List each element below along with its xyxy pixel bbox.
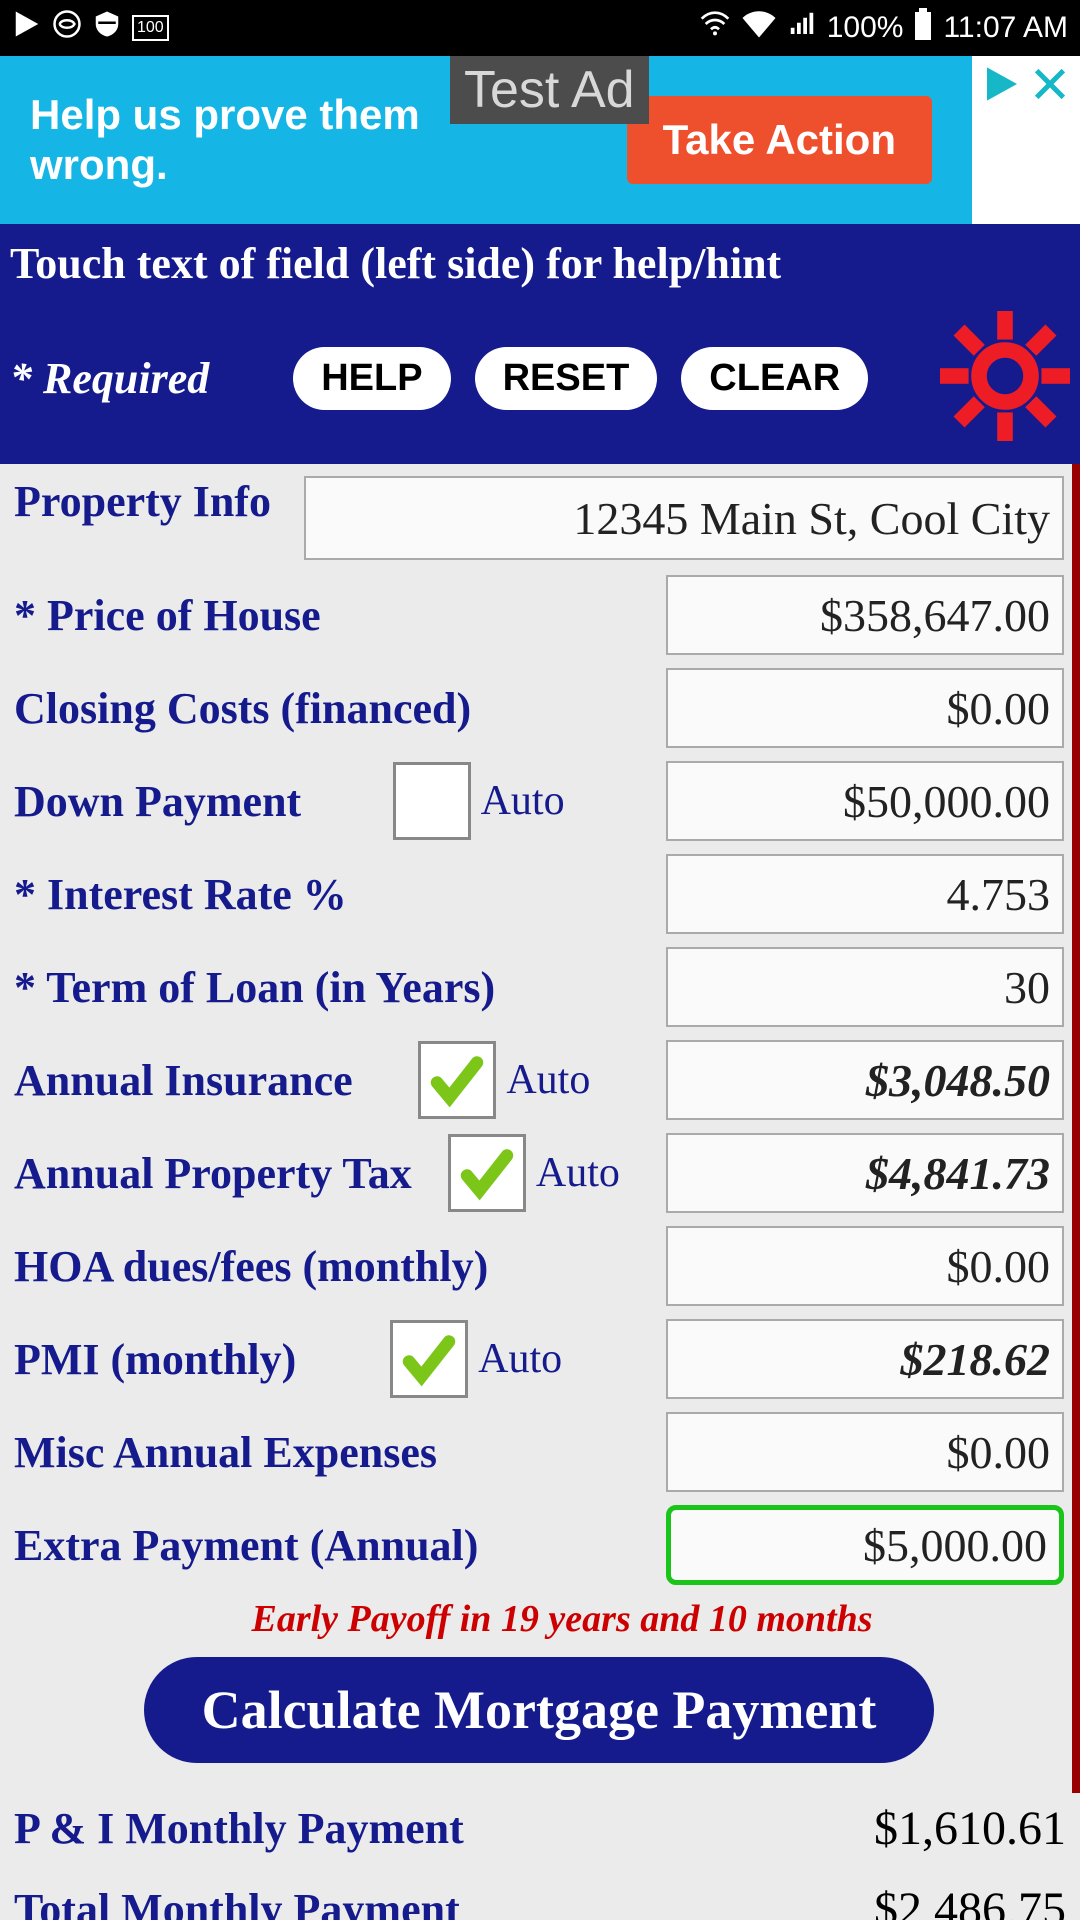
input-down-payment[interactable] bbox=[666, 761, 1064, 841]
checkbox-tax-auto[interactable] bbox=[448, 1134, 526, 1212]
play-icon bbox=[12, 9, 42, 47]
row-term: * Term of Loan (in Years) bbox=[14, 941, 1064, 1033]
swirl-icon bbox=[52, 9, 82, 47]
form-area: Property Info * Price of House Closing C… bbox=[0, 464, 1080, 1793]
row-property-info: Property Info bbox=[14, 476, 1064, 568]
clock-time: 11:07 AM bbox=[943, 11, 1068, 45]
label-property-info[interactable]: Property Info bbox=[14, 476, 271, 568]
row-interest-rate: * Interest Rate % bbox=[14, 848, 1064, 940]
value-total-payment: $2,486.75 bbox=[874, 1882, 1066, 1920]
label-misc[interactable]: Misc Annual Expenses bbox=[14, 1427, 437, 1478]
auto-label-pmi: Auto bbox=[478, 1335, 562, 1383]
checkbox-pmi-auto[interactable] bbox=[390, 1320, 468, 1398]
input-interest-rate[interactable] bbox=[666, 854, 1064, 934]
reset-button[interactable]: RESET bbox=[475, 347, 658, 410]
ad-close-icon[interactable] bbox=[1030, 64, 1070, 109]
auto-label-insurance: Auto bbox=[506, 1056, 590, 1104]
row-hoa: HOA dues/fees (monthly) bbox=[14, 1220, 1064, 1312]
clear-button[interactable]: CLEAR bbox=[681, 347, 868, 410]
label-price[interactable]: * Price of House bbox=[14, 590, 321, 641]
row-property-tax: Annual Property Tax Auto bbox=[14, 1127, 1064, 1219]
auto-label-down: Auto bbox=[481, 777, 565, 825]
input-property-info[interactable] bbox=[304, 476, 1064, 560]
results-area: P & I Monthly Payment $1,610.61 Total Mo… bbox=[0, 1793, 1080, 1920]
help-button[interactable]: HELP bbox=[293, 347, 450, 410]
label-interest-rate[interactable]: * Interest Rate % bbox=[14, 869, 347, 920]
shield-icon bbox=[92, 9, 122, 47]
wifi-icon-2 bbox=[741, 6, 777, 50]
result-row-pi: P & I Monthly Payment $1,610.61 bbox=[14, 1801, 1066, 1856]
input-extra-payment[interactable] bbox=[666, 1505, 1064, 1585]
row-down-payment: Down Payment Auto bbox=[14, 755, 1064, 847]
ad-side-controls bbox=[972, 56, 1080, 224]
row-pmi: PMI (monthly) Auto bbox=[14, 1313, 1064, 1405]
checkbox-insurance-auto[interactable] bbox=[418, 1041, 496, 1119]
row-closing: Closing Costs (financed) bbox=[14, 662, 1064, 754]
header-controls: * Required HELP RESET CLEAR bbox=[10, 311, 1070, 446]
input-closing[interactable] bbox=[666, 668, 1064, 748]
input-term[interactable] bbox=[666, 947, 1064, 1027]
battery-icon bbox=[913, 8, 933, 48]
input-price[interactable] bbox=[666, 575, 1064, 655]
app-header: Touch text of field (left side) for help… bbox=[0, 224, 1080, 464]
android-status-bar: 100 100% 11:07 AM bbox=[0, 0, 1080, 56]
row-extra-payment: Extra Payment (Annual) bbox=[14, 1499, 1064, 1591]
check-icon bbox=[399, 1329, 459, 1389]
status-right-icons: 100% 11:07 AM bbox=[699, 6, 1068, 50]
ad-banner[interactable]: Test Ad Help us prove them wrong. Take A… bbox=[0, 56, 1080, 224]
input-insurance[interactable] bbox=[666, 1040, 1064, 1120]
ad-cta-button[interactable]: Take Action bbox=[627, 96, 932, 184]
label-closing[interactable]: Closing Costs (financed) bbox=[14, 683, 471, 734]
checkbox-down-auto[interactable] bbox=[393, 762, 471, 840]
check-icon bbox=[427, 1050, 487, 1110]
result-row-total: Total Monthly Payment $2,486.75 bbox=[14, 1882, 1066, 1920]
status-left-icons: 100 bbox=[12, 9, 169, 47]
label-pmi[interactable]: PMI (monthly) bbox=[14, 1334, 296, 1385]
calculate-button[interactable]: Calculate Mortgage Payment bbox=[144, 1657, 935, 1763]
battery-box-icon: 100 bbox=[132, 15, 169, 41]
early-payoff-text: Early Payoff in 19 years and 10 months bbox=[60, 1597, 1064, 1641]
ad-headline: Help us prove them wrong. bbox=[30, 90, 420, 191]
row-misc: Misc Annual Expenses bbox=[14, 1406, 1064, 1498]
test-ad-label: Test Ad bbox=[450, 56, 649, 124]
wifi-icon-1 bbox=[699, 8, 731, 48]
label-down-payment[interactable]: Down Payment bbox=[14, 776, 301, 827]
check-icon bbox=[457, 1143, 517, 1203]
label-property-tax[interactable]: Annual Property Tax bbox=[14, 1148, 412, 1199]
ad-info-icon[interactable] bbox=[982, 64, 1022, 109]
hint-text: Touch text of field (left side) for help… bbox=[10, 238, 1070, 289]
value-pi-payment: $1,610.61 bbox=[874, 1801, 1066, 1856]
required-label: * Required bbox=[10, 353, 209, 404]
battery-percent: 100% bbox=[827, 11, 904, 45]
auto-label-tax: Auto bbox=[536, 1149, 620, 1197]
label-term[interactable]: * Term of Loan (in Years) bbox=[14, 962, 495, 1013]
input-pmi[interactable] bbox=[666, 1319, 1064, 1399]
label-hoa[interactable]: HOA dues/fees (monthly) bbox=[14, 1241, 488, 1292]
label-insurance[interactable]: Annual Insurance bbox=[14, 1055, 353, 1106]
label-pi-payment: P & I Monthly Payment bbox=[14, 1803, 464, 1854]
row-price: * Price of House bbox=[14, 569, 1064, 661]
input-misc[interactable] bbox=[666, 1412, 1064, 1492]
signal-icon bbox=[787, 9, 817, 47]
input-property-tax[interactable] bbox=[666, 1133, 1064, 1213]
row-insurance: Annual Insurance Auto bbox=[14, 1034, 1064, 1126]
input-hoa[interactable] bbox=[666, 1226, 1064, 1306]
label-extra-payment[interactable]: Extra Payment (Annual) bbox=[14, 1520, 478, 1571]
label-total-payment: Total Monthly Payment bbox=[14, 1884, 460, 1920]
settings-gear-icon[interactable] bbox=[940, 311, 1070, 446]
